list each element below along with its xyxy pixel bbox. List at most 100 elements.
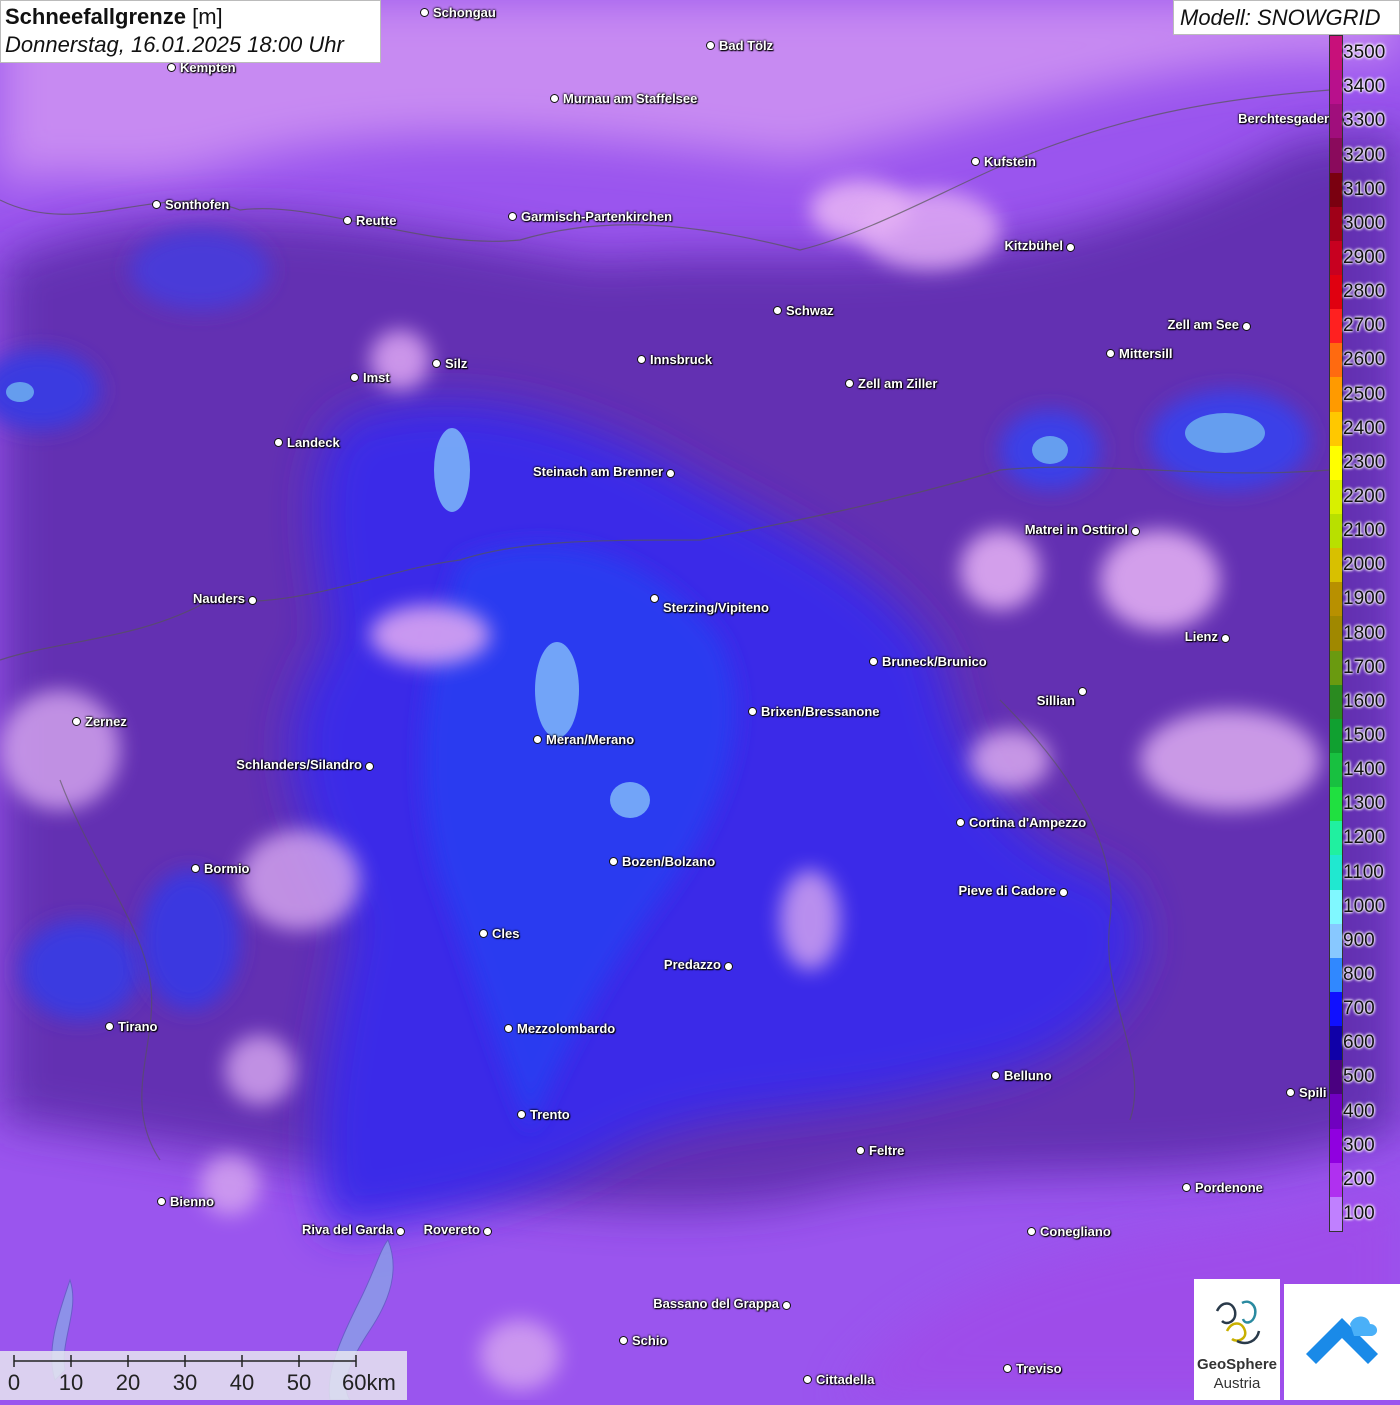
scale-tick-label: 60km [342,1370,396,1395]
legend-value: 3300 [1343,110,1386,132]
map-title: Schneefallgrenze [m] [5,4,223,29]
legend-value: 2100 [1343,520,1386,542]
city-label: Sterzing/Vipiteno [663,600,769,615]
city-dot [517,1110,526,1119]
legend-value: 1100 [1343,861,1384,883]
legend-swatch [1330,309,1342,344]
legend-value: 1400 [1343,759,1386,781]
city-dot [248,596,257,605]
city-label: Feltre [869,1143,905,1158]
legend-swatch [1330,445,1342,481]
city-label: Bormio [204,861,250,876]
legend-value: 200 [1343,1168,1375,1190]
city-dot [533,735,542,744]
logo-line1: GeoSphere [1196,1356,1278,1373]
city-label: Belluno [1004,1068,1052,1083]
legend-swatch [1330,582,1342,617]
city-label: Pordenone [1195,1180,1263,1195]
city-dot [1078,687,1087,696]
city-dot [748,707,757,716]
legend-swatch [1330,1094,1342,1130]
city-dot [971,157,980,166]
city-dot [773,306,782,315]
legend-swatch [1330,787,1342,822]
city-label: Innsbruck [650,352,713,367]
legend-swatch [1330,36,1342,71]
scale-tick-label: 50 [286,1370,312,1395]
legend-swatch [1330,514,1342,549]
scale-tick-label: 0 [7,1370,21,1395]
city-label: Kitzbühel [1004,238,1064,253]
legend-swatch [1330,753,1342,788]
city-dot [1059,888,1068,897]
city-dot [666,469,675,478]
city-dot [956,818,965,827]
city-dot [1131,527,1140,536]
legend-swatch [1330,855,1342,891]
city-label: Landeck [287,435,340,450]
city-dot [724,962,733,971]
city-dot [167,63,176,72]
city-label: Bad Tölz [719,38,774,53]
city-label: Silz [445,356,468,371]
legend-swatch [1330,1060,1342,1095]
city-label: Matrei in Osttirol [1024,522,1128,537]
city-label: Reutte [356,213,397,228]
city-dot [1106,349,1115,358]
city-dot [191,864,200,873]
legend-value: 600 [1343,1032,1375,1054]
legend-swatch [1330,1196,1342,1232]
city-label: Treviso [1016,1361,1062,1376]
city-label: Cortina d'Ampezzo [969,815,1087,830]
city-label: Murnau am Staffelsee [563,91,698,106]
city-dot [803,1375,812,1384]
city-dot [274,438,283,447]
city-label: Rovereto [423,1222,480,1237]
city-dot [650,594,659,603]
city-label: Nauders [192,591,245,606]
city-label: Tirano [118,1019,158,1034]
legend-value: 1500 [1343,724,1386,746]
legend-value: 700 [1343,998,1375,1020]
legend-value: 900 [1343,929,1375,951]
legend-value: 2200 [1343,485,1386,507]
legend-value: 800 [1343,963,1375,985]
weather-app-logo[interactable] [1284,1284,1400,1400]
color-legend [1329,35,1343,1232]
city-label: Zell am See [1167,317,1239,332]
legend-swatch [1330,479,1342,515]
city-label: Spili [1299,1085,1327,1100]
legend-value: 2700 [1343,315,1386,337]
city-dot [869,657,878,666]
city-dot [1242,322,1251,331]
legend-value: 500 [1343,1066,1375,1088]
city-dot [706,41,715,50]
city-label: Cittadella [816,1372,875,1387]
city-label: Brixen/Bressanone [761,704,880,719]
legend-swatch [1330,206,1342,242]
legend-value: 1700 [1343,656,1386,678]
city-dot [72,717,81,726]
legend-swatch [1330,275,1342,310]
legend-value: 100 [1343,1202,1375,1224]
legend-value: 1800 [1343,622,1386,644]
city-label: Steinach am Brenner [532,464,663,479]
legend-swatch [1330,240,1342,276]
city-dot [550,94,559,103]
city-label: Zell am Ziller [858,376,938,391]
legend-value: 3200 [1343,144,1386,166]
city-label: Kempten [180,60,236,75]
city-label: Trento [530,1107,570,1122]
city-label: Schongau [433,5,496,20]
legend-value: 3100 [1343,178,1386,200]
legend-value: 1900 [1343,588,1386,610]
city-dot [420,8,429,17]
city-dot [479,929,488,938]
city-label: Schwaz [786,303,834,318]
legend-swatch [1330,957,1342,993]
city-dot [1182,1183,1191,1192]
legend-value: 2800 [1343,281,1386,303]
scale-tick-label: 10 [58,1370,84,1395]
city-dot [845,379,854,388]
city-label: Pieve di Cadore [958,883,1056,898]
